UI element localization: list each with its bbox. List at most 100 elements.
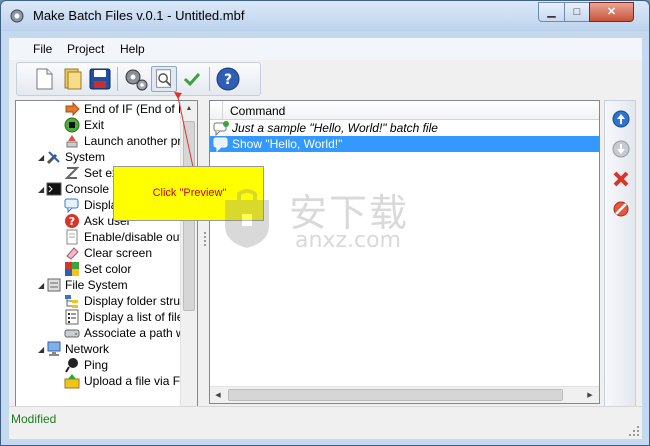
collapse-icon[interactable]: ◢ [38, 346, 45, 354]
column-header-command: Command [230, 104, 286, 118]
svg-text:?: ? [224, 72, 232, 88]
command-label: Show "Hello, World!" [232, 137, 343, 151]
command-label: Just a sample "Hello, World!" batch file [232, 121, 438, 135]
tools-icon [46, 151, 60, 165]
menu-file[interactable]: File [33, 42, 52, 56]
svg-text:?: ? [69, 215, 75, 228]
launch-icon [66, 135, 78, 148]
eraser-icon [66, 247, 79, 260]
tree-item[interactable]: Clear screen [16, 245, 181, 261]
list-horizontal-scrollbar[interactable]: ◀ ▶ [210, 386, 599, 403]
client-area: File Project Help ? End of IF (End of EL… [9, 38, 642, 439]
settings-icon[interactable] [123, 66, 149, 92]
command-list[interactable]: Command Just a sample "Hello, World!" ba… [209, 100, 600, 404]
move-up-icon[interactable] [611, 109, 631, 129]
menu-bar: File Project Help [9, 38, 642, 60]
command-row[interactable]: Just a sample "Hello, World!" batch file [210, 120, 599, 136]
check-icon[interactable] [179, 66, 205, 92]
tree-item[interactable]: ◢ File System [16, 277, 181, 293]
minimize-button[interactable]: ▁ [538, 2, 565, 22]
command-tree[interactable]: End of IF (End of EL Exit Launch another… [15, 100, 198, 436]
tree-item[interactable]: Enable/disable outpu [16, 229, 196, 245]
tree-item-label: Set color [84, 262, 132, 276]
new-file-icon[interactable] [31, 66, 57, 92]
collapse-icon[interactable]: ◢ [38, 282, 45, 290]
menu-project[interactable]: Project [67, 42, 104, 56]
scroll-thumb[interactable] [228, 389, 563, 401]
tree-item-label: Display folder struct [84, 294, 190, 308]
resize-grip-icon[interactable] [628, 425, 640, 437]
collapse-icon[interactable]: ◢ [38, 186, 45, 194]
upload-icon [64, 374, 80, 389]
comment-icon [213, 121, 229, 136]
tree-item[interactable]: Associate a path wit [16, 325, 191, 341]
drive-icon [64, 329, 80, 338]
set-exit-icon [64, 167, 80, 179]
tree-item-label: Console [65, 182, 110, 196]
tree-item-label: End of IF (End of EL [84, 102, 193, 116]
speech-icon [64, 198, 79, 213]
status-bar: Modified [9, 406, 642, 439]
scroll-up-icon[interactable]: ▲ [184, 105, 194, 112]
app-gear-icon [10, 9, 24, 23]
tree-item[interactable]: Display folder struct [16, 293, 189, 309]
filesystem-icon [47, 278, 61, 292]
save-icon[interactable] [87, 66, 113, 92]
app-window: Make Batch Files v.0.1 - Untitled.mbf ▁ … [0, 0, 650, 446]
tree-item[interactable]: Ping [16, 357, 181, 373]
question-icon: ? [65, 214, 79, 228]
tree-item-label: Launch another proc [84, 134, 195, 148]
status-text: Modified [11, 412, 57, 426]
folder-tree-icon [65, 295, 78, 308]
move-down-icon[interactable] [611, 139, 631, 159]
toolbar-separator [209, 67, 210, 91]
tree-item-label: Exit [84, 118, 105, 132]
toggle-output-icon [66, 229, 78, 245]
tree-item[interactable]: Display a list of files [16, 309, 189, 325]
tree-item-label: Ping [84, 358, 109, 372]
tree-item[interactable]: ◢ System [16, 149, 181, 165]
panel-splitter[interactable] [201, 100, 209, 436]
tree-item-label: Clear screen [84, 246, 153, 260]
tree-item[interactable]: ◢ Network [16, 341, 181, 357]
callout-text: Click "Preview" [152, 187, 227, 199]
column-divider [222, 101, 223, 120]
speech-icon [213, 137, 228, 152]
close-button[interactable]: ✕ [589, 2, 634, 22]
help-icon[interactable]: ? [215, 66, 241, 92]
tree-item[interactable]: Launch another proc [16, 133, 194, 149]
command-row-selected[interactable]: Show "Hello, World!" [210, 136, 599, 152]
open-file-icon[interactable] [59, 66, 85, 92]
main-toolbar: ? [16, 62, 261, 96]
toolbar-separator [117, 67, 118, 91]
tree-vertical-scrollbar[interactable]: ▲ ▼ [180, 101, 197, 419]
exit-icon [64, 117, 80, 133]
column-header[interactable]: Command [210, 101, 599, 120]
delete-icon[interactable] [611, 169, 631, 189]
console-icon [46, 182, 62, 196]
scroll-right-icon[interactable]: ▶ [585, 391, 595, 399]
menu-help[interactable]: Help [120, 42, 145, 56]
tree-item[interactable]: End of IF (End of EL [16, 101, 193, 117]
tree-item[interactable]: Upload a file via FTP [16, 373, 195, 389]
side-toolbar [604, 100, 636, 436]
tree-item[interactable]: Set color [16, 261, 181, 277]
window-title: Make Batch Files v.0.1 - Untitled.mbf [33, 8, 245, 23]
file-list-icon [65, 309, 79, 325]
callout-tooltip: Click "Preview" [113, 166, 264, 221]
tree-item-label: System [65, 150, 106, 164]
scroll-left-icon[interactable]: ◀ [213, 391, 223, 399]
maximize-button[interactable]: □ [564, 2, 590, 22]
network-icon [47, 341, 61, 356]
preview-icon[interactable] [151, 66, 177, 92]
collapse-icon[interactable]: ◢ [38, 154, 45, 162]
tree-item-label: Upload a file via FTP [84, 374, 196, 388]
arrow-right-icon [65, 101, 80, 117]
ping-icon [65, 358, 78, 373]
tree-item-label: Display a list of files [84, 310, 190, 324]
tree-item[interactable]: Exit [16, 117, 181, 133]
tree-item-label: Associate a path wit [84, 326, 191, 340]
clear-all-icon[interactable] [611, 199, 631, 219]
title-bar[interactable]: Make Batch Files v.0.1 - Untitled.mbf ▁ … [1, 1, 649, 31]
palette-icon [65, 262, 79, 276]
